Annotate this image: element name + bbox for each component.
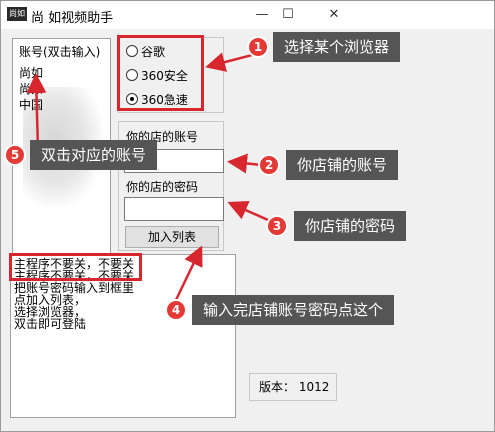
arrow-4: [174, 245, 203, 301]
annotation-badge-4: 4: [165, 299, 187, 321]
annotation-callout-2: 你店铺的账号: [286, 150, 399, 180]
annotation-badge-2: 2: [258, 154, 280, 176]
annotation-badge-1: 1: [247, 36, 269, 58]
arrow-3: [227, 200, 269, 222]
annotation-callout-3: 你店铺的密码: [294, 211, 407, 241]
annotation-badge-5: 5: [4, 144, 26, 166]
annotation-callout-4: 输入完店铺账号密码点这个: [192, 295, 395, 325]
annotation-badge-3: 3: [266, 215, 288, 237]
annotation-callout-1: 选择某个浏览器: [273, 32, 401, 62]
annotation-callout-5: 双击对应的账号: [30, 140, 158, 170]
annotation-arrows: [26, 52, 269, 301]
arrow-1: [205, 52, 257, 72]
